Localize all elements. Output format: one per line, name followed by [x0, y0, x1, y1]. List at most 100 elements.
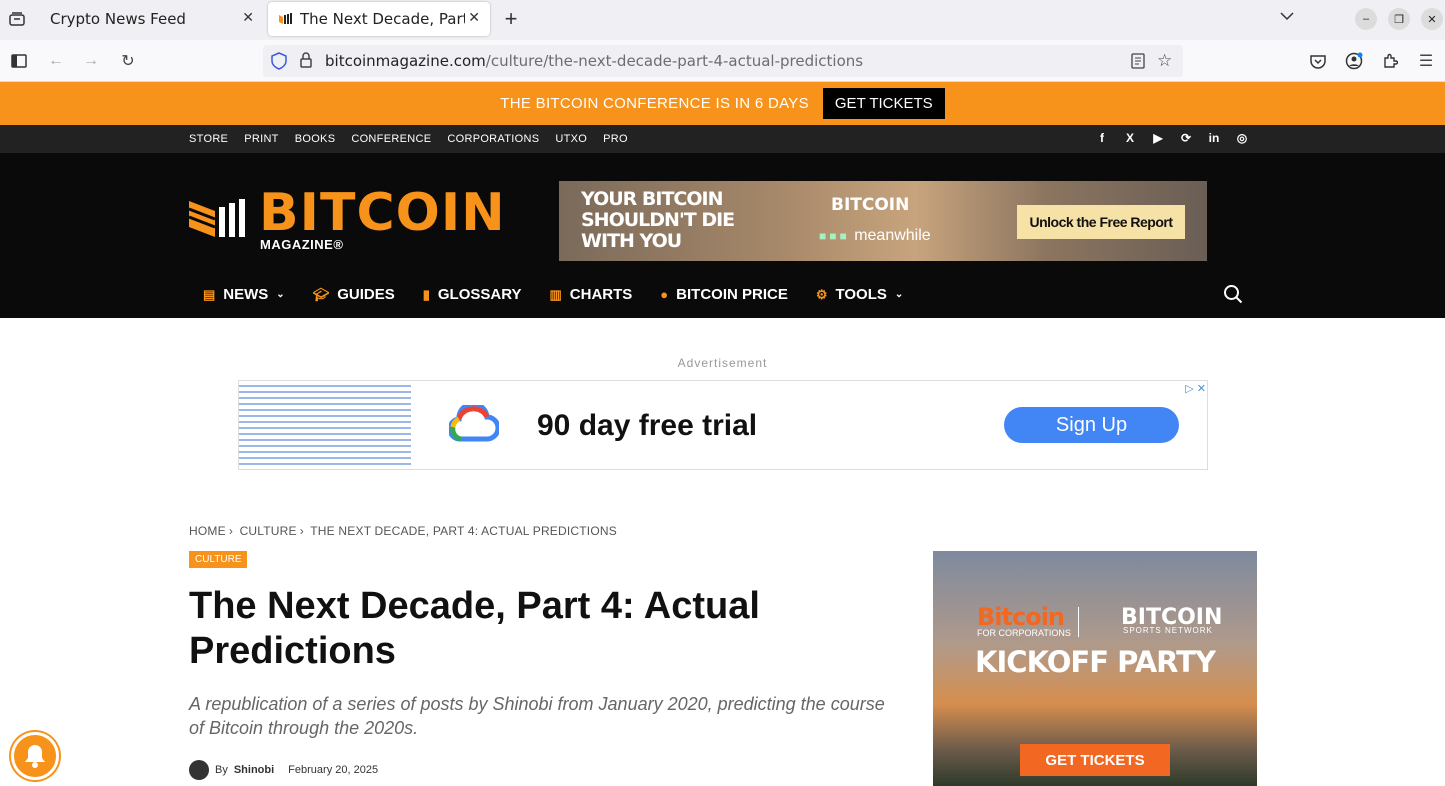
facebook-icon[interactable]: f [1095, 131, 1109, 145]
article-title: The Next Decade, Part 4: Actual Predicti… [189, 585, 760, 672]
newspaper-icon: ▤ [203, 286, 216, 302]
bookmark-star-icon[interactable]: ☆ [1157, 51, 1172, 71]
nav-news-label: NEWS [223, 286, 269, 303]
url-text: bitcoinmagazine.com/culture/the-next-dec… [325, 52, 863, 70]
x-twitter-icon[interactable]: X [1123, 131, 1137, 145]
banner-partner: ■■■ meanwhile [819, 227, 931, 245]
nav-glossary-label: GLOSSARY [437, 286, 522, 303]
logo-sub: MAGAZINE® [260, 237, 344, 252]
main-nav: ▤ NEWS ⌄ 🎓︎ GUIDES ▮ GLOSSARY ▥ CHARTS ●… [203, 286, 903, 303]
breadcrumb: HOME › CULTURE › THE NEXT DECADE, PART 4: … [189, 524, 620, 538]
google-cloud-ad[interactable]: 90 day free trial Sign Up ▷ ✕ [238, 380, 1208, 470]
unlock-report-button[interactable]: Unlock the Free Report [1017, 205, 1185, 239]
side-brand-corporations-sub: FOR CORPORATIONS [977, 628, 1071, 638]
topnav-books[interactable]: BOOKS [295, 133, 336, 145]
extensions-icon[interactable] [1379, 50, 1401, 72]
nav-glossary[interactable]: ▮ GLOSSARY [423, 286, 522, 303]
sidebar-icon[interactable] [8, 50, 30, 72]
topnav-print[interactable]: PRINT [244, 133, 279, 145]
ad-text: 90 day free trial [537, 409, 758, 442]
bitcoin-icon: ● [660, 287, 669, 302]
forward-icon[interactable]: → [80, 50, 102, 72]
nav-bitcoin-price[interactable]: ● BITCOIN PRICE [660, 286, 788, 303]
article-subtitle: A republication of a series of posts by … [189, 694, 885, 738]
topnav-corporations[interactable]: CORPORATIONS [447, 133, 539, 145]
breadcrumb-home[interactable]: HOME [189, 524, 226, 538]
side-divider [1078, 607, 1079, 637]
topnav-pro[interactable]: PRO [603, 133, 628, 145]
chevron-down-icon[interactable] [1280, 8, 1294, 24]
nav-tools[interactable]: ⚙ TOOLS ⌄ [816, 286, 903, 303]
side-get-tickets-button[interactable]: GET TICKETS [1020, 744, 1170, 776]
tab-title: Crypto News Feed [50, 10, 186, 28]
pocket-icon[interactable] [1307, 50, 1329, 72]
chevron-down-icon: ⌄ [276, 289, 285, 300]
youtube-icon[interactable]: ▶ [1151, 131, 1165, 145]
close-tab-icon[interactable]: ✕ [242, 10, 254, 26]
google-cloud-icon [449, 405, 499, 442]
top-nav: STORE PRINT BOOKS CONFERENCE CORPORATION… [0, 125, 1445, 153]
breadcrumb-current: THE NEXT DECADE, PART 4: ACTUAL PREDICTI… [310, 524, 617, 538]
nav-charts[interactable]: ▥ CHARTS [550, 286, 633, 303]
topnav-utxo[interactable]: UTXO [555, 133, 587, 145]
banner-ad[interactable]: YOUR BITCOIN SHOULDN'T DIE WITH YOU BITC… [559, 181, 1207, 261]
sign-up-button[interactable]: Sign Up [1004, 407, 1179, 443]
instagram-icon[interactable]: ◎ [1235, 131, 1249, 145]
rumble-icon[interactable]: ⟳ [1179, 131, 1193, 145]
account-icon[interactable] [1343, 50, 1365, 72]
search-icon[interactable] [1223, 284, 1243, 304]
back-icon[interactable]: ← [45, 50, 67, 72]
logo-mark-icon [189, 199, 245, 237]
gear-icon: ⚙ [815, 286, 828, 302]
nav-guides-label: GUIDES [337, 286, 395, 303]
shield-icon[interactable] [271, 52, 287, 75]
lock-icon[interactable] [299, 52, 313, 73]
category-badge[interactable]: CULTURE [189, 551, 248, 568]
nav-charts-label: CHARTS [569, 286, 633, 303]
bitcoin-magazine-logo[interactable]: BITCOIN MAGAZINE® [189, 183, 511, 253]
minimize-icon[interactable]: – [1355, 8, 1377, 30]
author-link[interactable]: Shinobi [234, 764, 274, 776]
get-tickets-button[interactable]: GET TICKETS [822, 88, 945, 119]
url-path: /culture/the-next-decade-part-4-actual-p… [485, 52, 864, 70]
notification-bell-icon[interactable] [11, 732, 59, 780]
byline: By Shinobi February 20, 2025 [189, 760, 378, 780]
publish-date: February 20, 2025 [288, 764, 379, 776]
reload-icon[interactable]: ↻ [117, 50, 139, 72]
kickoff-party-ad[interactable]: Bitcoin FOR CORPORATIONS BITCOIN SPORTS … [933, 551, 1257, 786]
new-tab-icon[interactable]: + [500, 6, 522, 32]
promo-text: THE BITCOIN CONFERENCE IS IN 6 DAYS [500, 95, 809, 112]
logo-word: BITCOIN [259, 183, 506, 243]
menu-icon[interactable]: ☰ [1415, 50, 1437, 72]
banner-partner-text: meanwhile [854, 227, 931, 244]
topnav-store[interactable]: STORE [189, 133, 228, 145]
tab-next-decade[interactable]: The Next Decade, Part 4: ✕ [268, 2, 490, 36]
tab-title: The Next Decade, Part 4: [300, 10, 465, 28]
tab-overview-icon[interactable] [6, 8, 28, 30]
breadcrumb-culture[interactable]: CULTURE [240, 524, 297, 538]
restore-icon[interactable]: ❐ [1388, 8, 1410, 30]
reader-view-icon[interactable] [1131, 53, 1145, 74]
ad-choices-icon[interactable]: ▷ ✕ [1185, 382, 1206, 395]
topnav-conference[interactable]: CONFERENCE [351, 133, 431, 145]
side-brand-corporations: Bitcoin [977, 603, 1065, 631]
chevron-down-icon: ⌄ [894, 289, 904, 300]
url-bar[interactable]: bitcoinmagazine.com/culture/the-next-dec… [263, 45, 1183, 77]
side-headline: KICKOFF PARTY [975, 645, 1216, 679]
graduation-cap-icon: 🎓︎ [312, 286, 330, 302]
close-tab-icon[interactable]: ✕ [468, 10, 480, 26]
tab-crypto-news-feed[interactable]: Crypto News Feed ✕ [40, 2, 264, 36]
book-icon: ▮ [422, 286, 430, 302]
banner-headline: YOUR BITCOIN SHOULDN'T DIE WITH YOU [581, 188, 735, 252]
masthead: BITCOIN MAGAZINE® YOUR BITCOIN SHOULDN'T… [0, 153, 1445, 318]
linkedin-icon[interactable]: in [1207, 131, 1221, 145]
close-window-icon[interactable]: ✕ [1421, 8, 1443, 30]
ad-decoration [239, 381, 411, 469]
nav-guides[interactable]: 🎓︎ GUIDES [313, 286, 395, 303]
avatar[interactable] [189, 760, 209, 780]
banner-brand: BITCOIN [831, 195, 910, 215]
advertisement-label: Advertisement [677, 356, 768, 370]
nav-news[interactable]: ▤ NEWS ⌄ [203, 286, 285, 303]
url-domain: bitcoinmagazine.com [325, 52, 486, 70]
side-brand-sports-sub: SPORTS NETWORK [1123, 626, 1213, 635]
